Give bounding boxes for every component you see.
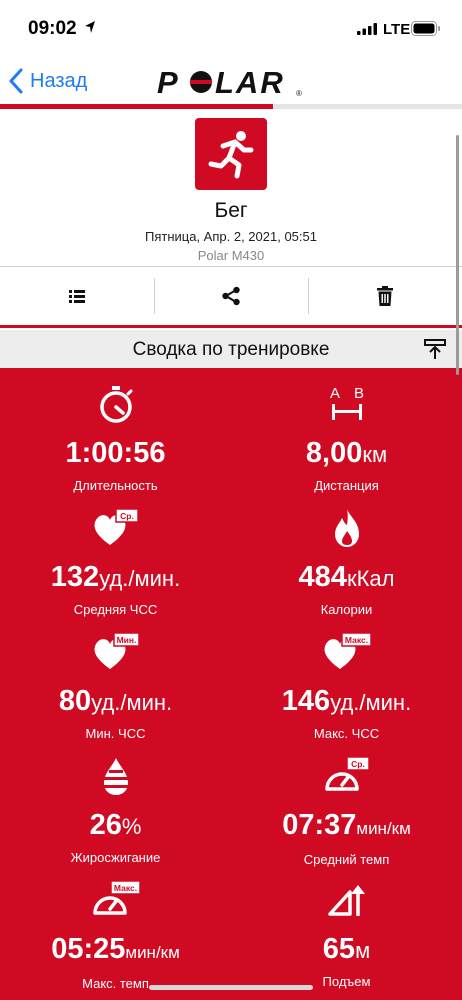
network-label: LTE — [383, 21, 411, 38]
heart-avg-icon: Ср. — [94, 508, 139, 545]
stat-label: Жиросжигание — [70, 850, 161, 865]
workout-datetime: Пятница, Апр. 2, 2021, 05:51 — [145, 229, 317, 244]
svg-text:Мин.: Мин. — [116, 635, 136, 645]
svg-text:Макс.: Макс. — [344, 635, 367, 645]
stopwatch-icon — [99, 386, 132, 423]
fat-burn-icon — [103, 758, 128, 795]
stat-value: 1:00:56 — [65, 437, 166, 469]
stat-value: 8,00 — [305, 437, 363, 469]
ascent-icon — [327, 885, 365, 916]
pace-max-icon: Макс. — [92, 880, 141, 915]
share-icon — [222, 286, 240, 306]
status-time: 09:02 — [28, 18, 77, 39]
stat-avg-hr: Ср. 132уд./мин. Средняя ЧСС — [0, 506, 231, 617]
summary-header: Сводка по тренировке — [0, 330, 462, 368]
stat-value: 05:25 — [51, 933, 126, 965]
stat-max-hr: Макс. 146уд./мин. Макс. ЧСС — [231, 630, 462, 741]
stat-value: 80 — [58, 685, 92, 717]
stat-label: Средний темп — [303, 852, 390, 867]
svg-text:P: P — [157, 65, 180, 100]
stat-min-hr: Мин. 80уд./мин. Мин. ЧСС — [0, 630, 231, 741]
summary-title: Сводка по тренировке — [132, 339, 330, 360]
stat-unit: мин/км — [356, 819, 411, 838]
pace-avg-icon: Ср. — [324, 756, 370, 791]
home-indicator[interactable] — [149, 985, 313, 990]
stat-value: 26 — [89, 809, 122, 841]
progress-bar — [0, 104, 462, 109]
stat-max-pace: Макс. 05:25мин/км Макс. темп — [0, 878, 231, 991]
sport-name: Бег — [214, 199, 248, 222]
section-divider — [0, 325, 462, 328]
stat-label: Дистанция — [314, 478, 379, 493]
stat-label: Длительность — [73, 478, 158, 493]
svg-text:B: B — [354, 385, 364, 402]
share-button[interactable] — [154, 267, 308, 325]
stat-label: Средняя ЧСС — [73, 602, 158, 617]
polar-logo: P LAR ® — [157, 65, 302, 100]
svg-text:Макс.: Макс. — [113, 883, 136, 893]
svg-text:Ср.: Ср. — [120, 511, 134, 521]
svg-text:Ср.: Ср. — [351, 759, 365, 769]
heart-max-icon: Макс. — [324, 632, 372, 669]
stat-ascent: 65м Подъем — [231, 878, 462, 989]
distance-ab-icon: A B — [330, 385, 364, 420]
stat-label: Калории — [320, 602, 373, 617]
heart-min-icon: Мин. — [94, 632, 140, 669]
signal-icon — [357, 23, 377, 35]
stat-duration: 1:00:56 Длительность — [0, 382, 231, 493]
progress-fill — [0, 104, 273, 109]
stat-value: 07:37 — [282, 809, 357, 841]
stat-label: Макс. ЧСС — [313, 726, 380, 741]
flame-icon — [334, 509, 359, 547]
battery-icon — [411, 21, 440, 36]
nav-bar: Назад P LAR ® — [0, 56, 462, 106]
stat-value: 484 — [298, 561, 347, 593]
stat-unit: м — [355, 938, 371, 963]
stat-value: 132 — [50, 561, 100, 593]
stat-unit: % — [121, 814, 142, 839]
status-bar: 09:02 LTE — [0, 0, 462, 56]
stat-unit: мин/км — [125, 943, 180, 962]
trash-icon — [377, 286, 393, 306]
list-icon — [69, 290, 85, 303]
chevron-left-icon — [9, 68, 23, 94]
stat-unit: уд./мин. — [330, 690, 412, 715]
back-button[interactable]: Назад — [8, 68, 87, 94]
stat-fat-burn: 26% Жиросжигание — [0, 754, 231, 865]
scroll-indicator[interactable] — [456, 135, 459, 375]
stat-value: 65 — [322, 933, 356, 965]
workout-header: Бег Пятница, Апр. 2, 2021, 05:51 Polar M… — [0, 110, 462, 266]
stats-grid: 1:00:56 Длительность A B 8,00км Дистанци… — [0, 368, 462, 1000]
stat-label: Мин. ЧСС — [85, 726, 146, 741]
stat-unit: км — [362, 442, 388, 467]
stat-unit: кКал — [346, 566, 395, 591]
list-view-button[interactable] — [0, 267, 154, 325]
stat-unit: уд./мин. — [91, 690, 173, 715]
svg-text:A: A — [330, 385, 340, 402]
stat-value: 146 — [281, 685, 331, 717]
svg-text:LAR: LAR — [215, 65, 285, 100]
running-icon — [195, 118, 267, 190]
back-label: Назад — [30, 69, 88, 92]
stat-avg-pace: Ср. 07:37мин/км Средний темп — [231, 754, 462, 867]
device-name: Polar M430 — [197, 248, 265, 263]
svg-text:®: ® — [296, 89, 302, 98]
delete-button[interactable] — [308, 267, 462, 325]
collapse-icon[interactable] — [424, 338, 446, 360]
action-toolbar — [0, 267, 462, 325]
stat-unit: уд./мин. — [99, 566, 181, 591]
stat-calories: 484кКал Калории — [231, 506, 462, 617]
stat-distance: A B 8,00км Дистанция — [231, 382, 462, 493]
location-arrow-icon — [85, 21, 95, 33]
